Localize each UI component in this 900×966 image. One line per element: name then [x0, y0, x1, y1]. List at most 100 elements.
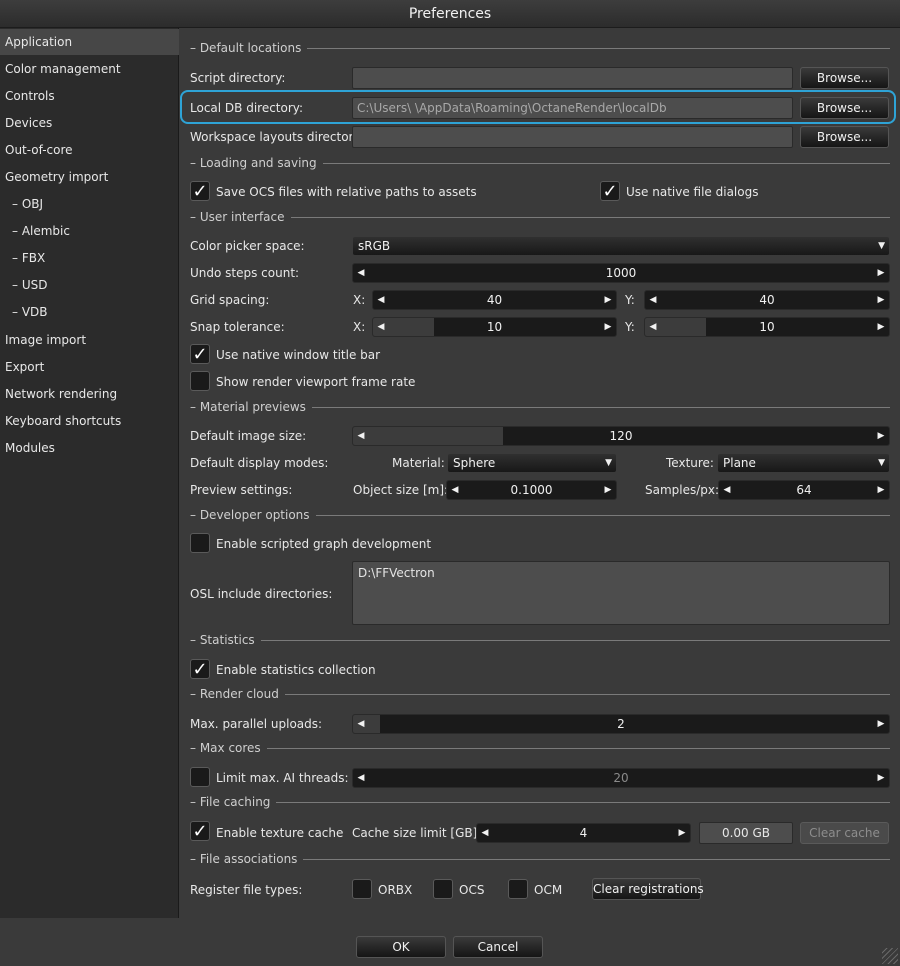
native-dialogs-checkbox[interactable]: ✓	[600, 181, 620, 201]
material-value: Sphere	[453, 456, 496, 470]
native-dialogs-label: Use native file dialogs	[626, 185, 759, 199]
osl-include-textarea[interactable]: D:\FFVectron	[352, 561, 890, 625]
sidebar-item-export[interactable]: Export	[0, 354, 179, 380]
left-arrow-icon[interactable]: ◀	[645, 291, 661, 309]
snap-y-slider[interactable]: ◀ 10 ▶	[644, 317, 890, 337]
undo-steps-slider[interactable]: ◀ 1000 ▶	[352, 263, 890, 283]
left-arrow-icon[interactable]: ◀	[447, 481, 463, 499]
section-file-associations: – File associations	[190, 851, 890, 867]
right-arrow-icon[interactable]: ▶	[873, 427, 889, 445]
sidebar-item-devices[interactable]: Devices	[0, 110, 179, 136]
local-db-browse-button[interactable]: Browse...	[800, 97, 889, 119]
ocm-checkbox[interactable]	[508, 879, 528, 899]
snap-y-label: Y:	[625, 320, 635, 334]
section-developer-options: – Developer options	[190, 507, 890, 523]
sidebar-item-controls[interactable]: Controls	[0, 83, 179, 109]
window-title: Preferences	[0, 0, 900, 28]
sidebar-item-obj[interactable]: – OBJ	[0, 191, 179, 217]
snap-y-value: 10	[759, 320, 775, 334]
right-arrow-icon[interactable]: ▶	[600, 291, 616, 309]
object-size-slider[interactable]: ◀ 0.1000 ▶	[446, 480, 617, 500]
sidebar-item-keyboard-shortcuts[interactable]: Keyboard shortcuts	[0, 408, 179, 434]
texture-label: Texture:	[666, 456, 714, 470]
cache-size-slider[interactable]: ◀ 4 ▶	[476, 823, 691, 843]
right-arrow-icon[interactable]: ▶	[873, 715, 889, 733]
sidebar-item-geometry-import[interactable]: Geometry import	[0, 164, 179, 190]
sidebar-item-color-management[interactable]: Color management	[0, 56, 179, 82]
texture-value: Plane	[723, 456, 756, 470]
right-arrow-icon[interactable]: ▶	[873, 769, 889, 787]
right-arrow-icon[interactable]: ▶	[873, 291, 889, 309]
sidebar-item-modules[interactable]: Modules	[0, 435, 179, 461]
right-arrow-icon[interactable]: ▶	[600, 481, 616, 499]
undo-steps-value: 1000	[605, 266, 637, 280]
resize-grip-icon[interactable]	[882, 948, 898, 964]
section-divider	[315, 514, 890, 516]
left-arrow-icon[interactable]: ◀	[353, 769, 369, 787]
left-arrow-icon[interactable]: ◀	[353, 427, 369, 445]
scripted-graph-checkbox[interactable]	[190, 533, 210, 553]
samples-slider[interactable]: ◀ 64 ▶	[718, 480, 890, 500]
chevron-down-icon: ▼	[878, 241, 885, 251]
native-title-bar-label: Use native window title bar	[216, 348, 381, 362]
script-browse-button[interactable]: Browse...	[800, 67, 889, 89]
ocs-label: OCS	[459, 883, 485, 897]
sidebar-item-application[interactable]: Application	[0, 29, 179, 55]
parallel-uploads-slider[interactable]: ◀ 2 ▶	[352, 714, 890, 734]
left-arrow-icon[interactable]: ◀	[373, 291, 389, 309]
local-db-directory-field[interactable]: C:\Users\ \AppData\Roaming\OctaneRender\…	[352, 97, 793, 119]
chevron-down-icon: ▼	[605, 458, 612, 468]
left-arrow-icon[interactable]: ◀	[719, 481, 735, 499]
left-arrow-icon[interactable]: ◀	[353, 715, 369, 733]
check-icon: ✓	[192, 659, 208, 680]
section-render-cloud: – Render cloud	[190, 686, 890, 702]
save-relative-checkbox[interactable]: ✓	[190, 181, 210, 201]
color-picker-label: Color picker space:	[190, 239, 305, 253]
right-arrow-icon[interactable]: ▶	[873, 481, 889, 499]
cancel-button[interactable]: Cancel	[453, 936, 543, 958]
grid-y-slider[interactable]: ◀ 40 ▶	[644, 290, 890, 310]
clear-cache-button[interactable]: Clear cache	[800, 822, 889, 844]
chevron-down-icon: ▼	[878, 458, 885, 468]
left-arrow-icon[interactable]: ◀	[353, 264, 369, 282]
sidebar-item-usd[interactable]: – USD	[0, 272, 179, 298]
sidebar-item-fbx[interactable]: – FBX	[0, 245, 179, 271]
script-directory-field[interactable]	[352, 67, 793, 89]
workspace-browse-button[interactable]: Browse...	[800, 126, 889, 148]
sidebar-item-vdb[interactable]: – VDB	[0, 299, 179, 325]
color-picker-select[interactable]: sRGB ▼	[352, 236, 890, 256]
preview-settings-label: Preview settings:	[190, 483, 293, 497]
sidebar-item-network-rendering[interactable]: Network rendering	[0, 381, 179, 407]
right-arrow-icon[interactable]: ▶	[873, 318, 889, 336]
native-title-bar-checkbox[interactable]: ✓	[190, 344, 210, 364]
image-size-slider[interactable]: ◀ 120 ▶	[352, 426, 890, 446]
grid-x-slider[interactable]: ◀ 40 ▶	[372, 290, 617, 310]
left-arrow-icon[interactable]: ◀	[373, 318, 389, 336]
ok-button[interactable]: OK	[356, 936, 446, 958]
texture-select[interactable]: Plane ▼	[717, 453, 890, 473]
texture-cache-checkbox[interactable]: ✓	[190, 821, 210, 841]
dialog-footer: OK Cancel	[0, 918, 900, 966]
script-directory-label: Script directory:	[190, 71, 286, 85]
sidebar-item-out-of-core[interactable]: Out-of-core	[0, 137, 179, 163]
right-arrow-icon[interactable]: ▶	[873, 264, 889, 282]
sidebar-item-alembic[interactable]: – Alembic	[0, 218, 179, 244]
display-modes-label: Default display modes:	[190, 456, 329, 470]
left-arrow-icon[interactable]: ◀	[477, 824, 493, 842]
left-arrow-icon[interactable]: ◀	[645, 318, 661, 336]
statistics-checkbox[interactable]: ✓	[190, 659, 210, 679]
orbx-checkbox[interactable]	[352, 879, 372, 899]
right-arrow-icon[interactable]: ▶	[600, 318, 616, 336]
clear-registrations-button[interactable]: Clear registrations	[592, 878, 704, 900]
right-arrow-icon[interactable]: ▶	[674, 824, 690, 842]
grid-spacing-label: Grid spacing:	[190, 293, 270, 307]
workspace-layouts-field[interactable]	[352, 126, 793, 148]
limit-threads-checkbox[interactable]	[190, 767, 210, 787]
material-select[interactable]: Sphere ▼	[447, 453, 617, 473]
frame-rate-checkbox[interactable]	[190, 371, 210, 391]
preferences-panel: – Default locations Script directory: Br…	[180, 28, 900, 918]
sidebar-item-image-import[interactable]: Image import	[0, 327, 179, 353]
ai-threads-slider[interactable]: ◀ 20 ▶	[352, 768, 890, 788]
snap-x-slider[interactable]: ◀ 10 ▶	[372, 317, 617, 337]
ocs-checkbox[interactable]	[433, 879, 453, 899]
